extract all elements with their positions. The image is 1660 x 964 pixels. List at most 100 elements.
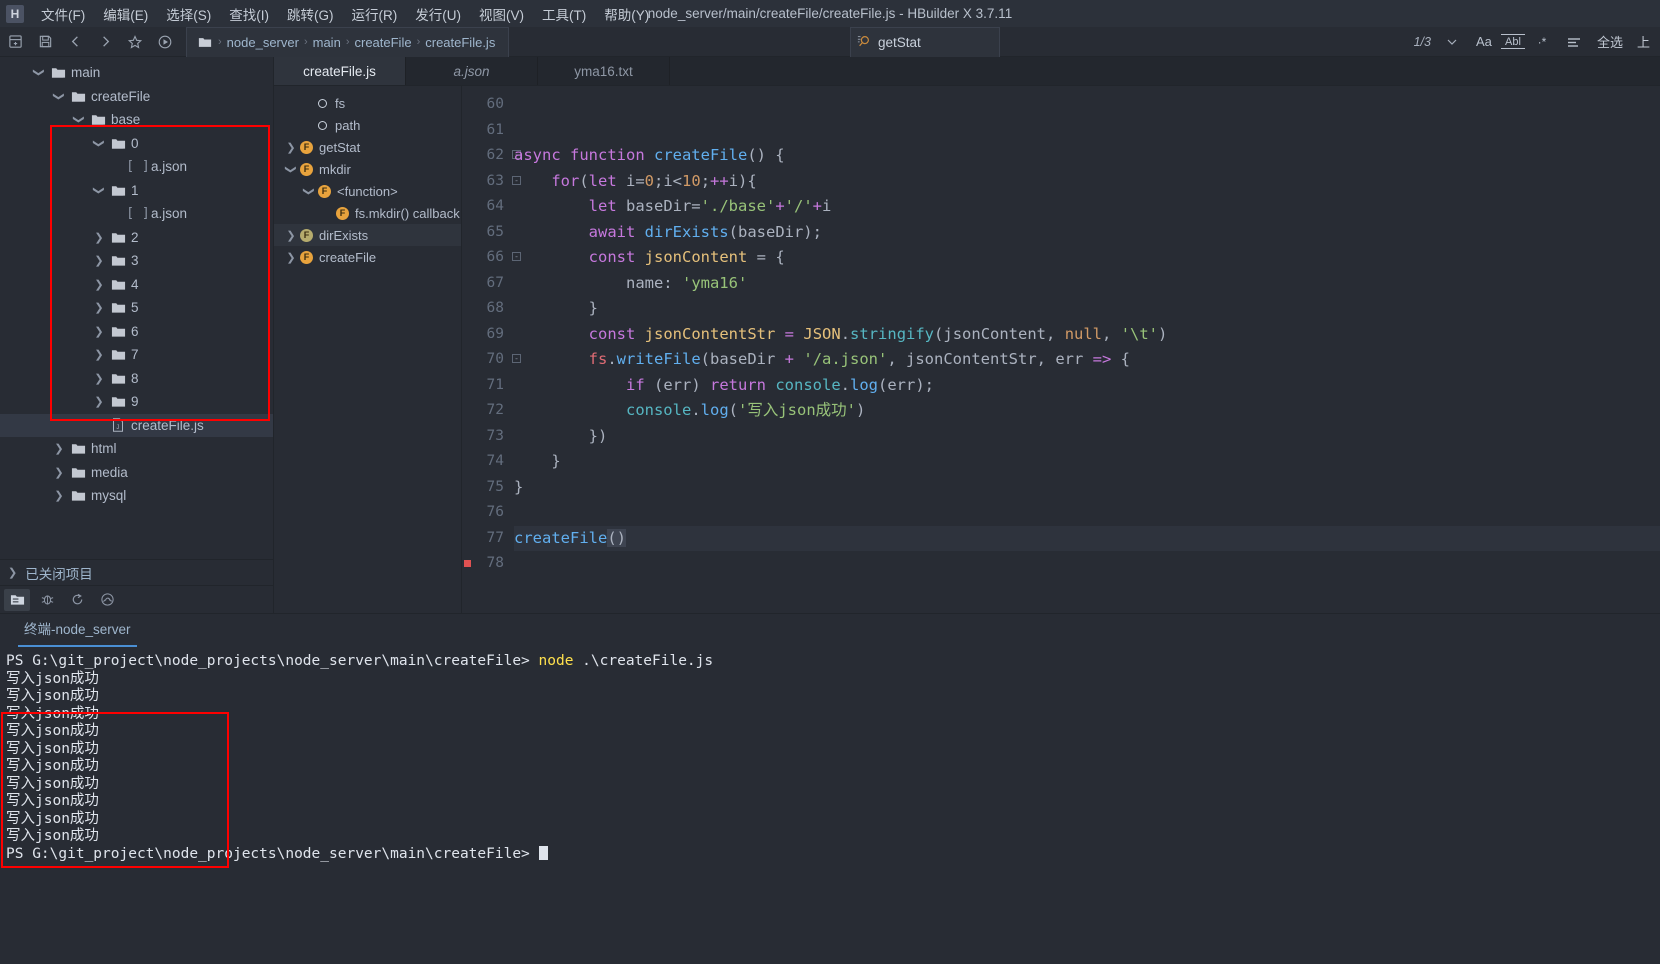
chevron-down-icon[interactable]: ❯ xyxy=(33,64,46,82)
menu-tools[interactable]: 工具(T) xyxy=(533,1,595,27)
chevron-right-icon[interactable]: ❯ xyxy=(90,278,108,291)
code-line[interactable] xyxy=(514,92,1660,118)
chevron-right-icon[interactable]: ❯ xyxy=(50,442,68,455)
file-tree-node[interactable]: [ ] a.json xyxy=(0,155,273,179)
code-line[interactable]: console.log('写入json成功') xyxy=(514,398,1660,424)
save-icon[interactable] xyxy=(30,29,60,55)
outline-node[interactable]: Ffs.mkdir() callback xyxy=(274,202,461,224)
whole-word-icon[interactable]: Abl xyxy=(1500,34,1525,49)
menu-goto[interactable]: 跳转(G) xyxy=(278,1,343,27)
editor-tab[interactable]: a.json xyxy=(406,57,538,85)
terminal-output[interactable]: PS G:\git_project\node_projects\node_ser… xyxy=(0,647,1660,863)
chevron-right-icon[interactable]: ❯ xyxy=(90,372,108,385)
chevron-right-icon[interactable]: ❯ xyxy=(90,348,108,361)
file-tree-node[interactable]: ❯ 8 xyxy=(0,367,273,391)
file-tree[interactable]: ❯ main ❯ createFile ❯ base ❯ 0[ ] a.json ❯ 1[ ] a.j… xyxy=(0,57,273,559)
file-tree-node[interactable]: ❯ 2 xyxy=(0,226,273,250)
select-all-button[interactable]: 全选 xyxy=(1591,32,1629,51)
code-line[interactable]: await dirExists(baseDir); xyxy=(514,220,1660,246)
project-manager-icon[interactable] xyxy=(4,588,30,611)
code-line[interactable]: name: 'yma16' xyxy=(514,271,1660,297)
file-tree-node[interactable]: ❯ mysql xyxy=(0,484,273,508)
search-box[interactable]: getStat xyxy=(850,26,1000,57)
chevron-down-icon[interactable]: ❯ xyxy=(53,87,66,105)
breadcrumb-item-3[interactable]: createFile.js xyxy=(420,35,500,50)
file-tree-node[interactable]: [ ] a.json xyxy=(0,202,273,226)
forward-arrow-icon[interactable] xyxy=(90,29,120,55)
chevron-right-icon[interactable]: ❯ xyxy=(90,395,108,408)
code-line[interactable]: async function createFile() { xyxy=(514,143,1660,169)
chevron-right-icon[interactable]: ❯ xyxy=(282,141,300,154)
run-icon[interactable] xyxy=(150,29,180,55)
file-tree-node[interactable]: ❯ createFile xyxy=(0,85,273,109)
menu-select[interactable]: 选择(S) xyxy=(157,1,220,27)
chevron-down-icon[interactable]: ❯ xyxy=(93,181,106,199)
closed-projects-row[interactable]: ❯ 已关闭项目 xyxy=(0,559,273,585)
file-tree-node[interactable]: ❯ base xyxy=(0,108,273,132)
file-tree-node[interactable]: ❯ 4 xyxy=(0,273,273,297)
chevron-down-icon[interactable] xyxy=(1437,29,1467,55)
breadcrumb-item-0[interactable]: node_server xyxy=(222,35,304,50)
code-line[interactable] xyxy=(514,118,1660,144)
file-tree-node[interactable]: ❯ 7 xyxy=(0,343,273,367)
chevron-down-icon[interactable]: ❯ xyxy=(73,111,86,129)
outline-node[interactable]: ❯ FdirExists xyxy=(274,224,461,246)
chevron-down-icon[interactable]: ❯ xyxy=(93,134,106,152)
file-tree-node[interactable]: JcreateFile.js xyxy=(0,413,273,437)
debug-icon[interactable] xyxy=(34,589,60,611)
in-selection-icon[interactable] xyxy=(1559,29,1589,55)
outline-node[interactable]: ❯ F <function> xyxy=(274,180,461,202)
breadcrumb-item-2[interactable]: createFile xyxy=(349,35,416,50)
breadcrumb[interactable]: › node_server › main › createFile › crea… xyxy=(186,26,510,57)
file-tree-node[interactable]: ❯ main xyxy=(0,61,273,85)
editor-tab[interactable]: createFile.js xyxy=(274,57,406,85)
back-arrow-icon[interactable] xyxy=(60,29,90,55)
regex-icon[interactable]: ·* xyxy=(1527,29,1557,55)
file-tree-node[interactable]: ❯ 0 xyxy=(0,132,273,156)
file-tree-node[interactable]: ❯ 5 xyxy=(0,296,273,320)
menu-file[interactable]: 文件(F) xyxy=(32,1,94,27)
menu-help[interactable]: 帮助(Y) xyxy=(595,1,658,27)
outline-node[interactable]: ❯ FgetStat xyxy=(274,136,461,158)
prev-match-button[interactable]: 上 xyxy=(1631,32,1656,51)
chevron-right-icon[interactable]: ❯ xyxy=(50,466,68,479)
menu-view[interactable]: 视图(V) xyxy=(470,1,533,27)
breadcrumb-item-1[interactable]: main xyxy=(308,35,346,50)
menu-run[interactable]: 运行(R) xyxy=(343,1,407,27)
outline-node[interactable]: ❯ FcreateFile xyxy=(274,246,461,268)
file-tree-node[interactable]: ❯ 3 xyxy=(0,249,273,273)
terminal-tab[interactable]: 终端-node_server xyxy=(18,614,137,647)
match-case-icon[interactable]: Aa xyxy=(1469,29,1499,55)
chevron-right-icon[interactable]: ❯ xyxy=(50,489,68,502)
code-line[interactable]: const jsonContentStr = JSON.stringify(js… xyxy=(514,322,1660,348)
chevron-right-icon[interactable]: ❯ xyxy=(90,325,108,338)
menu-find[interactable]: 查找(I) xyxy=(220,1,278,27)
code-line[interactable]: for(let i=0;i<10;++i){ xyxy=(514,169,1660,195)
menu-edit[interactable]: 编辑(E) xyxy=(94,1,157,27)
file-tree-node[interactable]: ❯ 1 xyxy=(0,179,273,203)
menu-publish[interactable]: 发行(U) xyxy=(406,1,470,27)
chevron-right-icon[interactable]: ❯ xyxy=(90,231,108,244)
editor-tab[interactable]: yma16.txt xyxy=(538,57,670,85)
code-line[interactable]: } xyxy=(514,296,1660,322)
code-editor[interactable]: 60 61 62-63- 64 65 66- 67 68 69 70- 71 72 73 74 75 76 77… xyxy=(462,86,1660,613)
code-content[interactable]: async function createFile() { for(let i=… xyxy=(510,86,1660,613)
new-file-icon[interactable] xyxy=(0,29,30,55)
chevron-down-icon[interactable]: ❯ xyxy=(285,160,298,178)
outline-panel[interactable]: fs path ❯ FgetStat ❯ Fmkdir ❯ F <function> Ffs.mk… xyxy=(274,86,462,613)
file-tree-node[interactable]: ❯ 9 xyxy=(0,390,273,414)
file-tree-node[interactable]: ❯ html xyxy=(0,437,273,461)
chevron-right-icon[interactable]: ❯ xyxy=(282,229,300,242)
code-line[interactable]: if (err) return console.log(err); xyxy=(514,373,1660,399)
file-tree-node[interactable]: ❯ media xyxy=(0,461,273,485)
outline-node[interactable]: fs xyxy=(274,92,461,114)
code-line[interactable]: fs.writeFile(baseDir + '/a.json', jsonCo… xyxy=(514,347,1660,373)
chevron-down-icon[interactable]: ❯ xyxy=(303,182,316,200)
chevron-right-icon[interactable]: ❯ xyxy=(90,254,108,267)
code-line[interactable]: } xyxy=(514,475,1660,501)
cloud-icon[interactable] xyxy=(94,589,120,611)
chevron-right-icon[interactable]: ❯ xyxy=(90,301,108,314)
code-line[interactable] xyxy=(514,551,1660,577)
outline-node[interactable]: path xyxy=(274,114,461,136)
code-line[interactable] xyxy=(514,500,1660,526)
